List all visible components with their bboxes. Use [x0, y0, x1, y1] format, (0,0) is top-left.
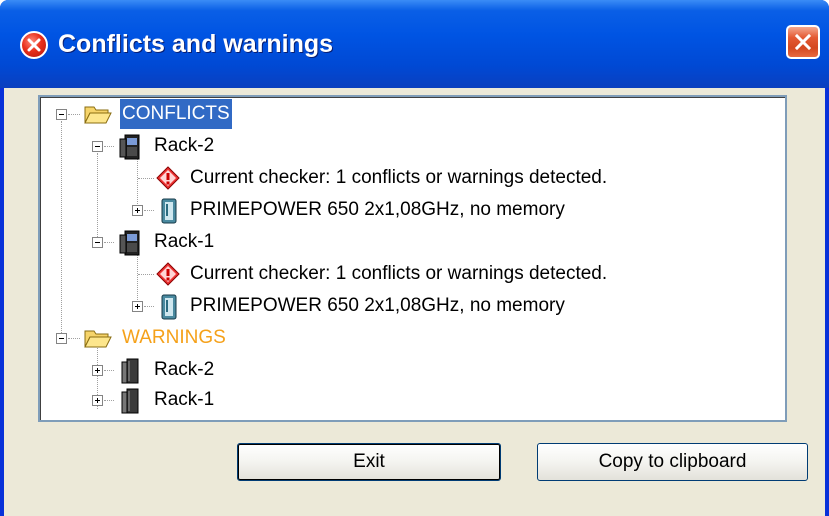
rack-icon — [119, 230, 140, 256]
exit-button[interactable]: Exit — [237, 443, 501, 481]
conflicts-tree[interactable]: CONFLICTS Rack-2 Current checker: 1 conf… — [38, 95, 787, 422]
open-folder-icon — [84, 106, 112, 124]
tree-node-label: Rack-2 — [154, 135, 215, 156]
tree-node-label: CONFLICTS — [120, 99, 232, 129]
collapse-toggle[interactable] — [92, 141, 103, 152]
tree-line — [104, 242, 114, 244]
tree-node-label: Rack-2 — [154, 359, 215, 380]
copy-to-clipboard-button[interactable]: Copy to clipboard — [537, 443, 808, 481]
window-title: Conflicts and warnings — [58, 30, 334, 58]
tree-node-label: Rack-1 — [154, 231, 215, 252]
tree-line — [144, 306, 154, 308]
empty-rack-icon — [121, 388, 139, 414]
tree-node-label: Rack-1 — [154, 389, 215, 410]
tree-line — [104, 146, 114, 148]
expand-toggle[interactable] — [92, 365, 103, 376]
warning-diamond-icon — [156, 166, 180, 190]
tree-line — [138, 274, 154, 276]
open-folder-icon — [84, 330, 112, 348]
empty-rack-icon — [121, 358, 139, 384]
tree-node-label: Current checker: 1 conflicts or warnings… — [190, 263, 608, 284]
expand-toggle[interactable] — [132, 205, 143, 216]
tree-node-label: Current checker: 1 conflicts or warnings… — [190, 167, 608, 188]
tree-line — [61, 121, 63, 343]
tree-line — [138, 178, 154, 180]
rack-icon — [119, 134, 140, 160]
expand-toggle[interactable] — [92, 395, 103, 406]
tree-line — [97, 153, 99, 247]
tree-node-label: WARNINGS — [122, 327, 226, 348]
collapse-toggle[interactable] — [56, 109, 67, 120]
expand-toggle[interactable] — [132, 301, 143, 312]
tree-line — [144, 210, 154, 212]
dialog-window: Conflicts and warnings CONFLICTS Rack-2 … — [0, 0, 829, 516]
tree-line — [68, 338, 80, 340]
tree-line — [68, 114, 80, 116]
close-icon — [794, 33, 812, 51]
tree-line — [104, 370, 114, 372]
server-icon — [161, 294, 177, 320]
collapse-toggle[interactable] — [92, 237, 103, 248]
tree-node-label: PRIMEPOWER 650 2x1,08GHz, no memory — [190, 199, 565, 220]
tree-node-label: PRIMEPOWER 650 2x1,08GHz, no memory — [190, 295, 565, 316]
close-button[interactable] — [786, 25, 820, 59]
warning-diamond-icon — [156, 262, 180, 286]
server-icon — [161, 198, 177, 224]
title-bar[interactable]: Conflicts and warnings — [0, 0, 829, 88]
tree-line — [104, 400, 114, 402]
dialog-client-area: CONFLICTS Rack-2 Current checker: 1 conf… — [4, 88, 825, 516]
error-icon — [20, 31, 48, 59]
collapse-toggle[interactable] — [56, 333, 67, 344]
